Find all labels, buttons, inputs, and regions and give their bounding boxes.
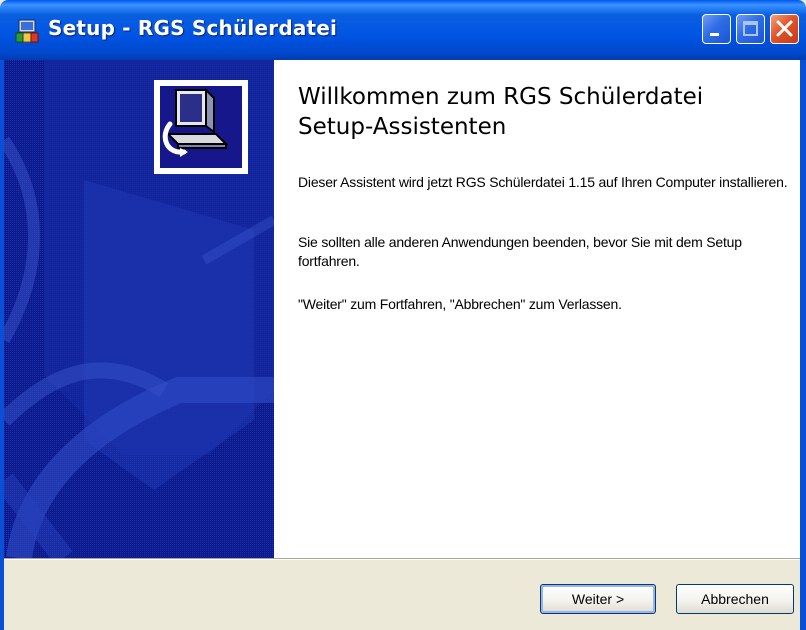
intro-paragraph: Dieser Assistent wird jetzt RGS Schülerd… bbox=[298, 174, 788, 190]
wizard-content: Willkommen zum RGS Schülerdatei Setup-As… bbox=[4, 60, 800, 558]
computer-install-icon bbox=[162, 87, 229, 157]
close-button[interactable] bbox=[770, 14, 799, 44]
wizard-sidebar-image bbox=[4, 60, 274, 558]
cancel-button[interactable]: Abbrechen bbox=[676, 584, 794, 614]
minimize-button[interactable] bbox=[702, 14, 731, 44]
close-icon bbox=[776, 20, 793, 37]
window-title: Setup - RGS Schülerdatei bbox=[48, 16, 338, 40]
next-button[interactable]: Weiter > bbox=[540, 584, 656, 614]
window-frame-right bbox=[800, 60, 806, 630]
setup-window: Setup - RGS Schülerdatei Willkommen zum … bbox=[0, 0, 806, 630]
minimize-icon bbox=[710, 33, 719, 36]
close-apps-paragraph: Sie sollten alle anderen Anwendungen bee… bbox=[298, 234, 742, 269]
maximize-icon bbox=[743, 21, 758, 36]
welcome-heading: Willkommen zum RGS Schülerdatei Setup-As… bbox=[298, 84, 704, 140]
instructions-paragraph: "Weiter" zum Fortfahren, "Abbrechen" zum… bbox=[298, 296, 622, 312]
logo-frame bbox=[154, 80, 248, 174]
setup-icon bbox=[15, 19, 39, 43]
title-bar[interactable]: Setup - RGS Schülerdatei bbox=[0, 0, 806, 60]
maximize-button[interactable] bbox=[736, 14, 765, 44]
